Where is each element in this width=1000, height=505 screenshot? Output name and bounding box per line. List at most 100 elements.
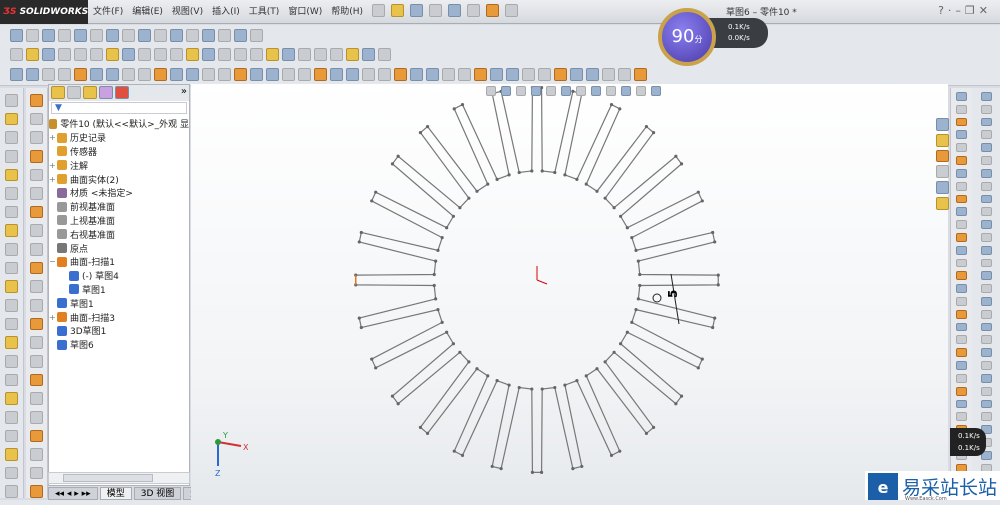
toolbar-button-icon[interactable]	[330, 68, 343, 81]
toolbar-button-icon[interactable]	[30, 149, 43, 163]
toolbar-button-icon[interactable]	[5, 373, 18, 387]
toolbar-button-icon[interactable]	[90, 29, 103, 42]
toolbar-button-icon[interactable]	[936, 181, 949, 195]
toolbar-button-icon[interactable]	[634, 68, 647, 81]
toolbar-button-icon[interactable]	[282, 68, 295, 81]
toolbar-button-icon[interactable]	[606, 86, 616, 96]
toolbar-button-icon[interactable]	[58, 68, 71, 81]
toolbar-button-icon[interactable]	[410, 68, 423, 81]
toolbar-button-icon[interactable]	[298, 48, 311, 61]
toolbar-button-icon[interactable]	[138, 48, 151, 61]
toolbar-button-icon[interactable]	[5, 392, 18, 405]
toolbar-button-icon[interactable]	[956, 373, 967, 383]
toolbar-button-icon[interactable]	[5, 168, 18, 182]
toolbar-button-icon[interactable]	[26, 29, 39, 42]
toolbar-button-icon[interactable]	[956, 309, 967, 319]
toolbar-button-icon[interactable]	[636, 86, 646, 96]
toolbar-button-icon[interactable]	[980, 399, 992, 409]
tree-item[interactable]: + 曲面-扫描3	[49, 310, 189, 324]
tree-item[interactable]: + 曲面实体(2)	[49, 172, 189, 186]
toolbar-button-icon[interactable]	[980, 220, 992, 229]
toolbar-button-icon[interactable]	[956, 220, 967, 229]
menu-item[interactable]: 文件(F)	[93, 0, 123, 24]
toolbar-button-icon[interactable]	[58, 29, 71, 42]
toolbar-button-icon[interactable]	[42, 48, 55, 61]
toolbar-button-icon[interactable]	[122, 68, 135, 81]
toolbar-button-icon[interactable]	[10, 48, 23, 61]
toolbar-button-icon[interactable]	[538, 68, 551, 81]
tree-expander[interactable]: +	[49, 161, 57, 170]
tree-item[interactable]: + 历史记录	[49, 131, 189, 145]
menu-item[interactable]: 工具(T)	[249, 0, 280, 24]
toolbar-button-icon[interactable]	[531, 86, 541, 96]
toolbar-button-icon[interactable]	[154, 48, 167, 61]
toolbar-button-icon[interactable]	[154, 68, 167, 81]
toolbar-button-icon[interactable]	[956, 117, 967, 127]
tree-item[interactable]: 原点	[49, 241, 189, 255]
toolbar-button-icon[interactable]	[936, 165, 949, 179]
toolbar-button-icon[interactable]	[980, 348, 992, 358]
toolbar-button-icon[interactable]	[42, 68, 55, 81]
toolbar-button-icon[interactable]	[980, 104, 992, 114]
toolbar-button-icon[interactable]	[5, 354, 18, 368]
toolbar-button-icon[interactable]	[30, 392, 43, 405]
toolbar-button-icon[interactable]	[5, 131, 18, 144]
toolbar-button-icon[interactable]	[5, 187, 18, 200]
menu-item[interactable]: 视图(V)	[172, 0, 203, 24]
toolbar-button-icon[interactable]	[980, 245, 992, 255]
toolbar-button-icon[interactable]	[506, 68, 519, 81]
toolbar-button-icon[interactable]	[30, 112, 43, 126]
toolbar-button-icon[interactable]	[5, 299, 18, 312]
toolbar-button-icon[interactable]	[30, 243, 43, 256]
toolbar-button-icon[interactable]	[218, 29, 231, 42]
toolbar-button-icon[interactable]	[234, 29, 247, 42]
toolbar-button-icon[interactable]	[956, 399, 967, 409]
toolbar-button-icon[interactable]	[10, 29, 23, 42]
solidworks-logo[interactable]: ƷS SOLIDWORKS	[0, 0, 88, 24]
toolbar-button-icon[interactable]	[458, 68, 471, 81]
sketch-canvas[interactable]: 5 X Z Y	[191, 84, 948, 500]
toolbar-button-icon[interactable]	[621, 86, 631, 96]
toolbar-button-icon[interactable]	[30, 336, 43, 349]
toolbar-button-icon[interactable]	[5, 224, 18, 238]
toolbar-button-icon[interactable]	[138, 68, 151, 81]
toolbar-button-icon[interactable]	[218, 48, 231, 61]
toolbar-button-icon[interactable]	[5, 94, 18, 107]
toolbar-button-icon[interactable]	[378, 48, 391, 61]
menu-item[interactable]: 编辑(E)	[132, 0, 163, 24]
bottom-tab[interactable]: 模型	[99, 487, 132, 500]
toolbar-button-icon[interactable]	[186, 68, 199, 81]
toolbar-button-icon[interactable]	[5, 485, 18, 499]
menu-item[interactable]: 帮助(H)	[331, 0, 363, 24]
toolbar-button-icon[interactable]	[298, 68, 311, 81]
window-controls[interactable]: ?·–❐✕	[938, 4, 992, 17]
toolbar-button-icon[interactable]	[362, 68, 375, 81]
toolbar-button-icon[interactable]	[250, 48, 263, 61]
toolbar-button-icon[interactable]	[5, 149, 18, 163]
toolbar-button-icon[interactable]	[90, 48, 103, 61]
toolbar-button-icon[interactable]	[956, 284, 967, 293]
toolbar-button-icon[interactable]	[980, 271, 992, 281]
toolbar-button-icon[interactable]	[980, 181, 992, 191]
toolbar-button-icon[interactable]	[74, 29, 87, 42]
toolbar-button-icon[interactable]	[956, 335, 967, 345]
toolbar-button-icon[interactable]	[980, 156, 992, 165]
toolbar-button-icon[interactable]	[956, 245, 967, 255]
toolbar-button-icon[interactable]	[956, 412, 967, 422]
tree-root[interactable]: 零件10 (默认<<默认>_外观 显	[49, 117, 189, 131]
toolbar-button-icon[interactable]	[516, 86, 526, 96]
scrollbar-thumb[interactable]	[63, 474, 153, 482]
toolbar-button-icon[interactable]	[956, 156, 967, 165]
toolbar-button-icon[interactable]	[618, 68, 631, 81]
toolbar-button-icon[interactable]	[266, 68, 279, 81]
toolbar-button-icon[interactable]	[30, 354, 43, 368]
toolbar-button-icon[interactable]	[554, 68, 567, 81]
toolbar-button-icon[interactable]	[30, 317, 43, 331]
toolbar-button-icon[interactable]	[5, 336, 18, 349]
toolbar-button-icon[interactable]	[330, 48, 343, 61]
toolbar-button-icon[interactable]	[980, 373, 992, 383]
toolbar-button-icon[interactable]	[956, 207, 967, 217]
speed-score-badge[interactable]: 90分	[658, 8, 716, 66]
toolbar-button-icon[interactable]	[234, 48, 247, 61]
toolbar-button-icon[interactable]	[956, 348, 967, 358]
